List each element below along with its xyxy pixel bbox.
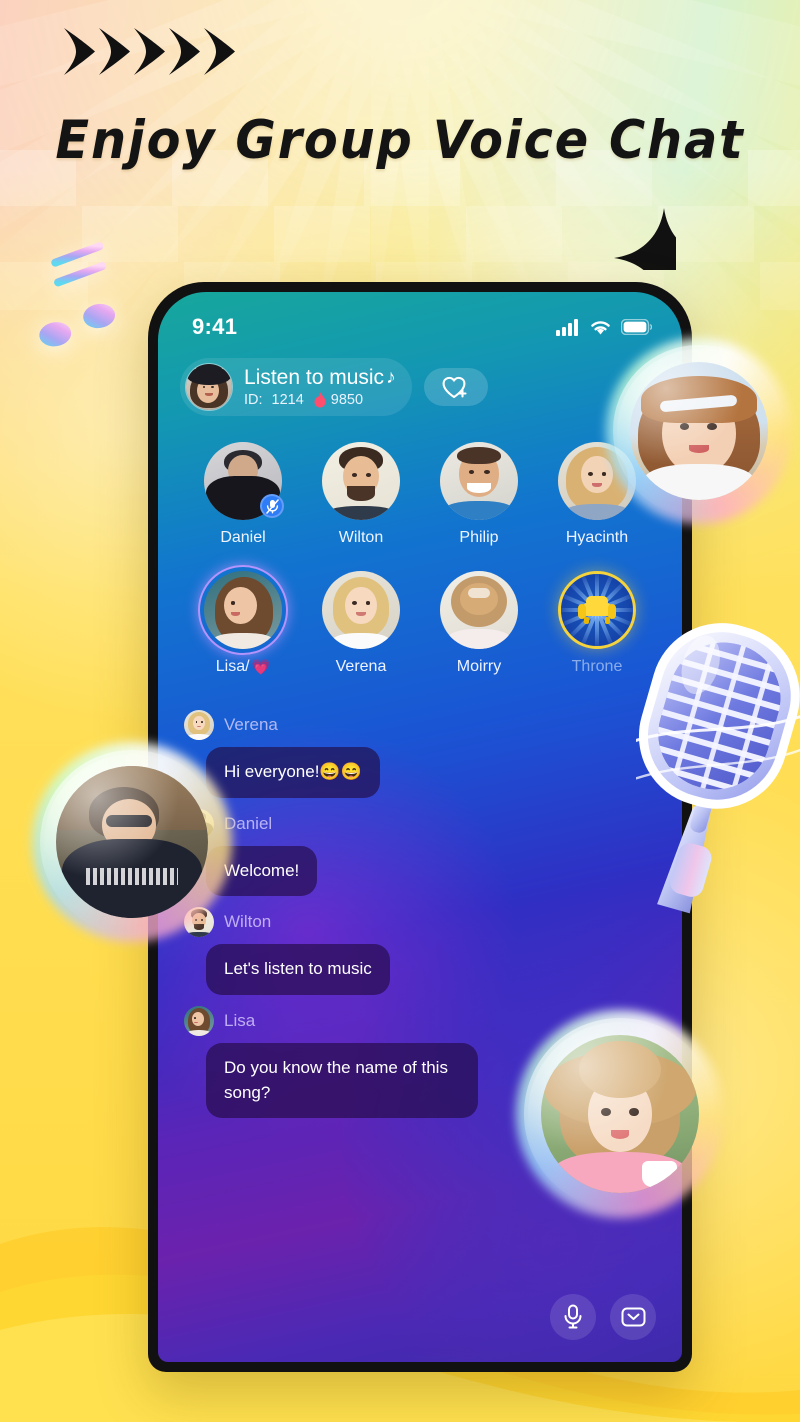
seat-name-text: Lisa/ (215, 658, 250, 675)
arrow-decoration-group (64, 28, 235, 75)
seat-grid: Daniel Wilton Philip Hyacinth Lisa/ 💗 Ve… (158, 416, 682, 676)
music-note-emoji: ♪ (386, 366, 396, 388)
seat-photo (440, 442, 518, 520)
microphone-icon (564, 1304, 582, 1329)
room-info-card[interactable]: Listen to music ♪ ID: 1214 9850 (180, 358, 412, 416)
chat-sender-name: Wilton (224, 912, 272, 932)
bubble-photo (540, 1034, 700, 1194)
seat-photo (322, 442, 400, 520)
throne-slot[interactable] (558, 571, 636, 649)
microphone-button[interactable] (550, 1294, 596, 1340)
chat-message-header: Wilton (184, 907, 656, 938)
chat-bubble: Do you know the name of this song? (206, 1042, 478, 1119)
armchair-icon (578, 596, 616, 624)
arrow-marker-icon (169, 28, 200, 75)
muted-mic-badge (260, 494, 284, 518)
seat-name: Moirry (457, 658, 501, 676)
signal-bars-icon (556, 318, 578, 336)
seat-photo (322, 571, 400, 649)
retro-microphone-icon (636, 623, 800, 914)
seat-avatar[interactable] (440, 442, 518, 520)
follow-button[interactable] (423, 368, 488, 406)
chat-sender-avatar[interactable] (184, 710, 214, 740)
seat-avatar[interactable] (558, 571, 636, 649)
seat-avatar[interactable] (204, 442, 284, 520)
seat-name-text: Philip (459, 529, 499, 546)
room-title-text: Listen to music (244, 365, 385, 389)
room-title: Listen to music ♪ (244, 366, 396, 390)
seat-name-text: Throne (571, 658, 623, 675)
wifi-icon (591, 320, 610, 334)
heart-plus-icon (442, 376, 467, 398)
arrow-marker-icon (99, 28, 130, 75)
message-envelope-icon (621, 1307, 645, 1327)
bubble-photo (630, 362, 768, 500)
seat-name: Daniel (220, 529, 265, 547)
chat-sender-avatar[interactable] (184, 1005, 214, 1036)
arrow-marker-icon (64, 28, 95, 75)
chat-message-header: Daniel (184, 808, 656, 839)
host-avatar[interactable] (185, 363, 233, 411)
chat-sender-name: Lisa (224, 1010, 256, 1030)
seat-wilton[interactable]: Wilton (302, 442, 420, 547)
chat-sender-name: Verena (224, 715, 278, 734)
floating-bubble-avatar (32, 742, 232, 942)
music-note-icon (39, 242, 116, 347)
seat-photo (440, 571, 518, 649)
muted-microphone-icon (265, 498, 279, 514)
seat-name-text: Hyacinth (565, 529, 629, 546)
seat-name: Philip (459, 529, 498, 547)
seat-avatar[interactable] (440, 571, 518, 649)
seat-moirry[interactable]: Moirry (420, 571, 538, 676)
room-id-label: ID: (244, 392, 263, 408)
pink-heart-emoji: 💗 (251, 659, 271, 676)
seat-name: Hyacinth (566, 529, 628, 547)
status-time: 9:41 (192, 314, 238, 339)
floating-bubble-avatar (516, 1010, 724, 1218)
room-id-value: 1214 (271, 392, 304, 408)
seat-avatar[interactable] (322, 442, 400, 520)
page-title: Enjoy Group Voice Chat (55, 110, 745, 171)
chat-bubble: Hi everyone!😄😄 (206, 747, 380, 798)
seat-name-text: Daniel (220, 529, 266, 546)
bottom-action-bar (550, 1294, 656, 1340)
status-bar: 9:41 (158, 292, 682, 348)
room-hot-value: 9850 (330, 392, 364, 408)
bubble-photo (56, 766, 208, 918)
seat-name: Verena (336, 658, 387, 676)
chat-message: Verena Hi everyone!😄😄 (184, 710, 656, 798)
floating-bubble-avatar (606, 338, 792, 524)
seat-philip[interactable]: Philip (420, 442, 538, 547)
message-button[interactable] (610, 1294, 656, 1340)
seat-verena[interactable]: Verena (302, 571, 420, 676)
seat-avatar[interactable] (198, 565, 288, 655)
room-hot-count: 9850 (313, 391, 364, 409)
chat-bubble: Let's listen to music (206, 944, 390, 995)
seat-name: Lisa/💗 (216, 658, 270, 676)
battery-icon (621, 319, 652, 335)
seat-lisa[interactable]: Lisa/💗 (184, 565, 302, 676)
chat-message-header: Verena (184, 710, 656, 740)
seat-daniel[interactable]: Daniel (184, 442, 302, 547)
chat-message: Daniel Welcome! (184, 808, 656, 897)
seat-photo (204, 571, 282, 649)
seat-avatar[interactable] (322, 571, 400, 649)
room-meta: ID: 1214 9850 (244, 391, 396, 409)
arrow-marker-icon (204, 28, 235, 75)
room-header: Listen to music ♪ ID: 1214 9850 (158, 358, 682, 416)
seat-name-text: Verena (335, 658, 387, 675)
chat-message: Wilton Let's listen to music (184, 907, 656, 995)
seat-name: Wilton (339, 529, 383, 547)
seat-name-text: Moirry (456, 658, 502, 675)
seat-name: Throne (572, 658, 623, 676)
arrow-marker-icon (134, 28, 165, 75)
fire-emoji (314, 391, 326, 407)
seat-name-text: Wilton (338, 529, 384, 546)
